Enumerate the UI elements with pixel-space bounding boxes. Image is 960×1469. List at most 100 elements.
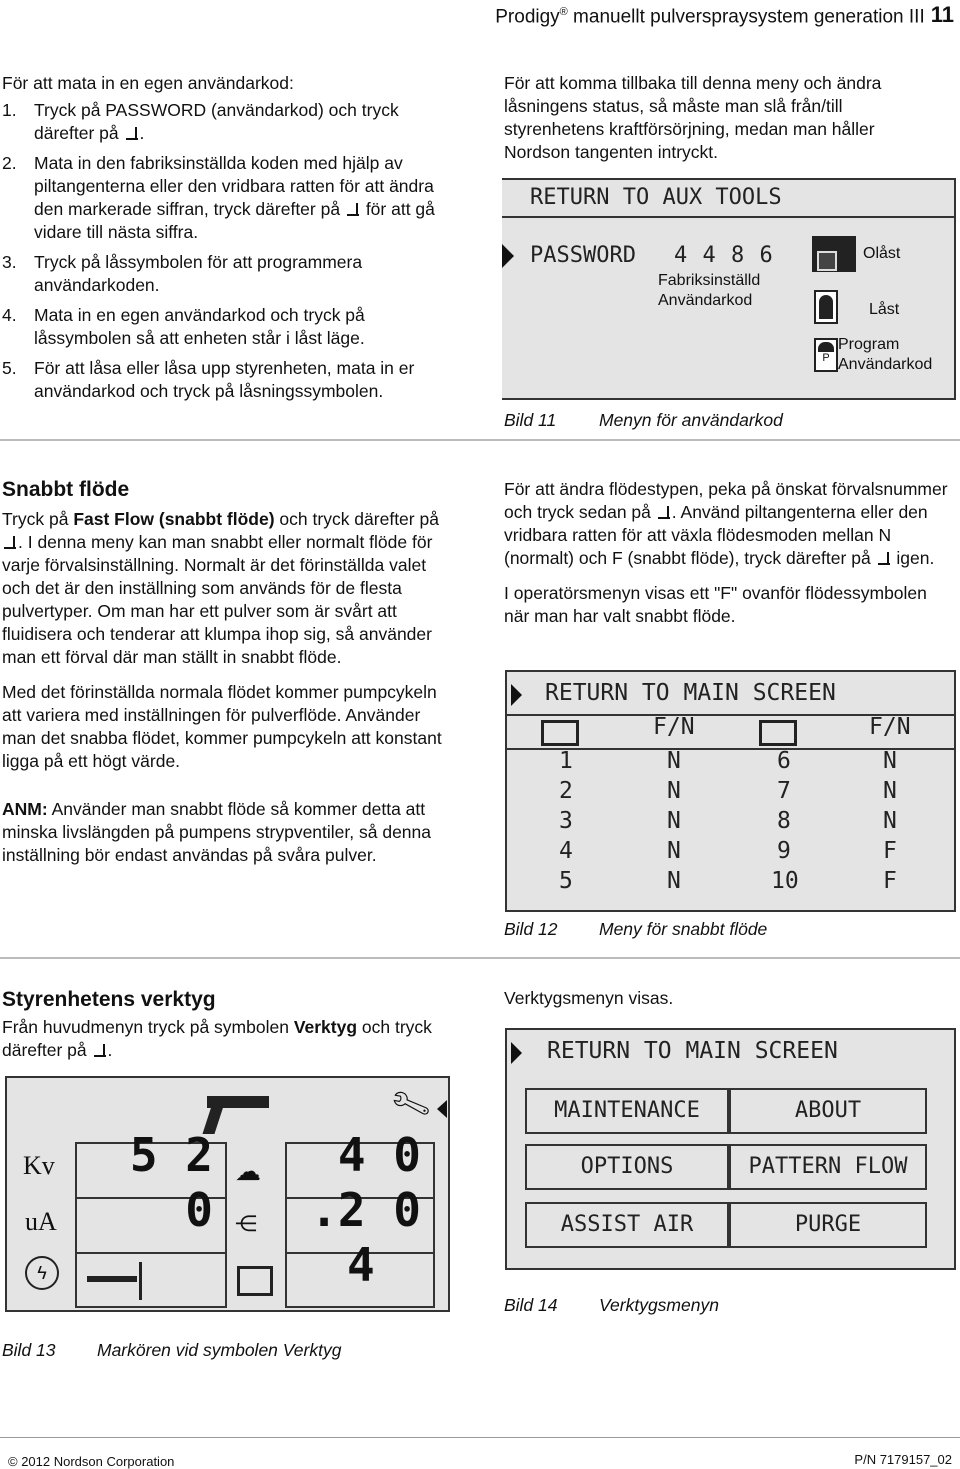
enter-key-icon [657, 506, 670, 520]
electrode-display[interactable] [75, 1252, 227, 1308]
return-menu-text: För att komma tillbaka till denna meny o… [504, 73, 882, 162]
spray-pattern-icon: ⋲ [235, 1211, 257, 1236]
fastflow-text: Tryck på Fast Flow (snabbt flöde) och tr… [2, 508, 457, 867]
cursor-arrow-icon [502, 244, 514, 268]
flow-mode[interactable]: N [667, 840, 681, 863]
flow-mode[interactable]: N [883, 750, 897, 773]
fast-flow-menu-figure: RETURN TO MAIN SCREEN F/N F/N 1 N 6 N 2 N 7 N … [505, 670, 956, 912]
options-button[interactable]: OPTIONS [525, 1144, 729, 1190]
enter-key-icon [4, 536, 16, 550]
step: 4. Mata in en egen användarkod och tryck … [2, 304, 457, 350]
preset-number: 8 [777, 808, 791, 834]
text: Tryck på [2, 509, 74, 529]
enter-key-icon [877, 552, 890, 566]
password-instructions: För att mata in en egen användarkod: 1. T… [2, 72, 457, 403]
paragraph: I operatörsmenyn visas ett "F" ovanför f… [504, 583, 927, 626]
preset-number: 7 [777, 778, 791, 804]
flow-mode[interactable]: N [883, 780, 897, 803]
tools-symbol-name: Verktyg [293, 1017, 358, 1037]
figure-caption: Bild 14 Verktygsmenyn [504, 1294, 719, 1317]
fastflow-right-text: För att ändra flödestypen, peka på önska… [504, 478, 954, 628]
cursor-arrow-icon [437, 1100, 447, 1118]
manual-page: Prodigy® manuellt pulverspraysystem gene… [0, 0, 960, 1469]
kv-label: Kv [23, 1151, 55, 1180]
step-number: 5. [2, 358, 17, 378]
table-row[interactable]: 2 N 7 N [507, 780, 954, 810]
air-flow-value: 4 0 [337, 1128, 421, 1182]
purge-button[interactable]: PURGE [729, 1202, 927, 1248]
pattern-flow-button[interactable]: PATTERN FLOW [729, 1144, 927, 1190]
cursor-arrow-icon [511, 1042, 522, 1064]
step: 5. För att låsa eller låsa upp styrenhete… [2, 357, 457, 403]
page-header: Prodigy® manuellt pulverspraysystem gene… [495, 0, 954, 29]
table-row[interactable]: 4 N 9 F [507, 840, 954, 870]
table-row[interactable]: 5 N 10 F [507, 870, 954, 900]
wrench-icon[interactable]: 🔧︎ [387, 1083, 434, 1128]
caption-text: Meny för snabbt flöde [599, 919, 768, 939]
step-number: 2. [2, 153, 17, 173]
preset-number: 4 [559, 838, 573, 864]
preset-number: 10 [771, 868, 799, 894]
figure-caption: Bild 11 Menyn för användarkod [504, 409, 783, 432]
preset-number: 6 [777, 748, 791, 774]
figure-caption: Bild 13 Markören vid symbolen Verktyg [2, 1339, 341, 1362]
caption-text: Markören vid symbolen Verktyg [97, 1340, 342, 1360]
air-flow-cloud-icon: ☁︎ [235, 1156, 261, 1186]
step: 2. Mata in den fabriksinställda koden med… [2, 152, 457, 244]
caption-text: Menyn för användarkod [599, 410, 783, 430]
cursor-arrow-icon [511, 684, 522, 706]
section-heading: Snabbt flöde [2, 478, 130, 501]
part-number: P/N 7179157_02 [854, 1452, 952, 1467]
program-lock-icon[interactable]: P [814, 338, 838, 372]
text: . I denna meny kan man snabbt eller norm… [2, 532, 433, 667]
caption-number: Bild 14 [504, 1295, 558, 1315]
intro: För att mata in en egen användarkod: [2, 73, 294, 93]
enter-key-icon [346, 203, 359, 217]
return-to-main-screen[interactable]: RETURN TO MAIN SCREEN [545, 682, 836, 705]
flow-mode[interactable]: N [667, 750, 681, 773]
about-button[interactable]: ABOUT [729, 1088, 927, 1134]
column-header: F/N [653, 714, 695, 740]
table-row[interactable]: 3 N 8 N [507, 810, 954, 840]
flow-mode[interactable]: F [883, 840, 897, 863]
spray-gun-icon[interactable] [202, 1096, 269, 1134]
locked-icon[interactable] [814, 290, 838, 324]
steps-list: 1. Tryck på PASSWORD (användarkod) och tr… [2, 99, 457, 403]
return-to-aux-tools[interactable]: RETURN TO AUX TOOLS [530, 186, 782, 209]
password-label[interactable]: PASSWORD [530, 244, 636, 267]
figure-caption: Bild 12 Meny för snabbt flöde [504, 918, 767, 941]
password-code: 4 4 8 6 [674, 243, 773, 268]
electrode-icon [87, 1276, 137, 1282]
paragraph: Verktygsmenyn visas. [504, 988, 674, 1008]
assist-air-button[interactable]: ASSIST AIR [525, 1202, 729, 1248]
step-text: Mata in en egen användarkod och tryck på… [34, 305, 365, 348]
preset-number: 2 [559, 778, 573, 804]
column-header: F/N [869, 714, 911, 740]
flow-mode[interactable]: F [883, 870, 897, 893]
maintenance-button[interactable]: MAINTENANCE [525, 1088, 729, 1134]
folder-icon [759, 720, 797, 746]
preset-table: 1 N 6 N 2 N 7 N 3 N 8 N 4 N 9 F 5 N 10 F [507, 750, 954, 900]
text: och tryck därefter på [274, 509, 439, 529]
flow-mode[interactable]: N [883, 810, 897, 833]
flow-mode[interactable]: N [667, 870, 681, 893]
step-number: 1. [2, 100, 17, 120]
flow-mode[interactable]: N [667, 810, 681, 833]
step-number: 3. [2, 252, 17, 272]
ua-display[interactable]: 0 [75, 1187, 227, 1254]
preset-display[interactable]: 4 [285, 1238, 435, 1308]
main-screen-figure: 🔧︎ Kv uA ϟ 5 2 0 ☁︎ ⋲ 4 0 .2 0 4 [5, 1076, 450, 1312]
unlocked-icon[interactable] [812, 236, 856, 272]
preset-number: 9 [777, 838, 791, 864]
header-title: manuellt pulverspraysystem generation II… [567, 6, 925, 28]
preset-value: 4 [347, 1238, 375, 1292]
text: igen. [891, 548, 935, 568]
enter-key-icon [125, 127, 138, 141]
folder-icon [237, 1266, 273, 1296]
table-row[interactable]: 1 N 6 N [507, 750, 954, 780]
return-to-main-screen[interactable]: RETURN TO MAIN SCREEN [547, 1040, 838, 1063]
electrode-limit-bar [139, 1262, 142, 1300]
caption-number: Bild 13 [2, 1340, 56, 1360]
flow-mode[interactable]: N [667, 780, 681, 803]
step-number: 4. [2, 305, 17, 325]
